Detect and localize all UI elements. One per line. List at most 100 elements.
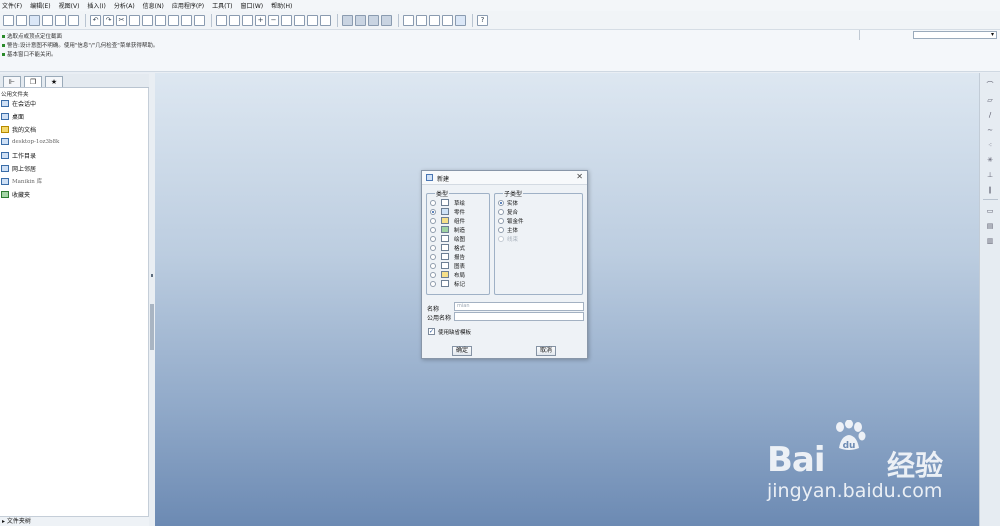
menu-help[interactable]: 帮助(H) [271,1,292,10]
print-preview-icon[interactable] [55,14,66,26]
datum-points-icon[interactable] [429,14,440,26]
radio-type-part[interactable] [430,209,436,215]
use-template-checkbox[interactable]: ✓ [428,328,435,335]
radio-subtype-sheetmetal[interactable] [498,218,504,224]
subtype-group: 子类型 实体 复合 钣金件 主体 线束 [494,189,583,295]
radio-type-report[interactable] [430,254,436,260]
common-name-field[interactable] [454,312,584,321]
pattern-tool-icon[interactable]: ▤ [985,222,995,230]
nav-item-working-directory[interactable]: 工作目录 [1,151,36,160]
curve-tool-icon[interactable]: ∼ [985,126,995,134]
type-label-diagram: 图表 [454,264,466,270]
message-text: 基本窗口不能关闭。 [7,52,57,58]
dialog-titlebar[interactable]: 新建 ✕ [422,171,587,185]
radio-type-sketch[interactable] [430,200,436,206]
radio-type-layout[interactable] [430,272,436,278]
sash-handle[interactable] [150,304,154,350]
nav-item-desktop[interactable]: 桌面 [1,112,24,121]
radio-subtype-solid[interactable] [498,200,504,206]
regenerate-icon[interactable] [168,14,179,26]
sketch-icon [441,199,449,206]
nav-item-my-documents[interactable]: 我的文档 [1,125,36,134]
name-field[interactable]: mian [454,302,584,311]
nav-item-computer[interactable]: desktop-1oz3b8k [1,138,59,145]
menu-info[interactable]: 信息(N) [143,1,164,10]
menu-insert[interactable]: 插入(I) [87,1,105,10]
redo-icon[interactable]: ↷ [103,14,114,26]
close-icon[interactable]: ✕ [576,172,583,181]
menu-file[interactable]: 文件(F) [2,1,22,10]
menu-applications[interactable]: 应用程序(P) [172,1,204,10]
new-dialog: 新建 ✕ 类型 草绘 零件 组件 制造 绘图 格式 报告 图表 布局 标记 子类… [421,170,588,359]
cut-icon[interactable]: ✂ [116,14,127,26]
radio-subtype-bulk[interactable] [498,227,504,233]
ok-button[interactable]: 确定 [452,346,472,356]
saved-views-icon[interactable] [307,14,318,26]
point-tool-icon[interactable]: ⁖ [985,141,995,149]
context-help-icon[interactable]: ? [477,14,488,26]
coordinate-systems-icon[interactable] [442,14,453,26]
nav-item-in-session[interactable]: 在会话中 [1,99,36,108]
nav-item-favorites[interactable]: 收藏夹 [1,190,30,199]
filter-dropdown[interactable]: ▾ [913,31,997,39]
mirror-tool-icon[interactable]: ▥ [985,237,995,245]
copy-icon[interactable] [129,14,140,26]
reorient-icon[interactable] [294,14,305,26]
analysis-tool-icon[interactable]: ⊥ [985,171,995,179]
nav-item-manikin-library[interactable]: Manikin 库 [1,177,42,185]
radio-type-drawing[interactable] [430,236,436,242]
radio-type-diagram[interactable] [430,263,436,269]
new-file-icon[interactable] [3,14,14,26]
collapse-arrow-icon[interactable] [151,274,153,277]
folder-tree-toggle[interactable]: ▸ 文件夹树 [0,516,149,526]
undo-icon[interactable]: ↶ [90,14,101,26]
nav-item-network[interactable]: 网上邻居 [1,164,36,173]
paste-icon[interactable] [142,14,153,26]
save-icon[interactable] [29,14,40,26]
annotation-display-icon[interactable] [455,14,466,26]
radio-type-markup[interactable] [430,281,436,287]
zoom-in-icon[interactable]: + [255,14,266,26]
menu-analysis[interactable]: 分析(A) [114,1,135,10]
message-line: 选取点或顶点定位截面 [2,32,62,40]
refit-icon[interactable] [216,14,227,26]
plane-tool-icon[interactable]: ▱ [985,96,995,104]
orient-icon[interactable] [229,14,240,26]
tab-folder-browser[interactable]: ❐ [24,76,42,87]
radio-type-manufacturing[interactable] [430,227,436,233]
print-icon[interactable] [42,14,53,26]
email-icon[interactable] [68,14,79,26]
radio-type-assembly[interactable] [430,218,436,224]
common-name-label: 公用名称 [427,315,452,322]
shading-icon[interactable] [381,14,392,26]
menu-edit[interactable]: 编辑(E) [30,1,50,10]
open-file-icon[interactable] [16,14,27,26]
subtype-label-composite: 复合 [507,210,519,216]
datum-axes-icon[interactable] [416,14,427,26]
hidden-line-icon[interactable] [355,14,366,26]
no-hidden-icon[interactable] [368,14,379,26]
cancel-button[interactable]: 取消 [536,346,556,356]
select-box-icon[interactable] [194,14,205,26]
find-icon[interactable] [181,14,192,26]
axis-tool-icon[interactable]: / [985,111,995,119]
datum-planes-icon[interactable] [403,14,414,26]
wireframe-icon[interactable] [342,14,353,26]
tab-favorites[interactable]: ★ [45,76,63,87]
zoom-out-icon[interactable]: − [268,14,279,26]
spin-center-icon[interactable] [242,14,253,26]
datum-tool-icon[interactable]: ∥ [985,186,995,194]
csys-tool-icon[interactable]: ✳ [985,156,995,164]
menu-window[interactable]: 窗口(W) [241,1,264,10]
radio-subtype-composite[interactable] [498,209,504,215]
edit-tool-icon[interactable]: ▭ [985,207,995,215]
layers-icon[interactable] [320,14,331,26]
sketch-tool-icon[interactable]: ⌒ [985,81,995,89]
menu-tools[interactable]: 工具(T) [212,1,232,10]
tab-model-tree[interactable]: ⊩ [3,76,21,87]
radio-type-format[interactable] [430,245,436,251]
paste-special-icon[interactable] [155,14,166,26]
menu-view[interactable]: 视图(V) [59,1,80,10]
zoom-fit-icon[interactable] [281,14,292,26]
message-area: 选取点或顶点定位截面 警告:设计意图不明确。使用"信息"/"几何检查"菜单获得帮… [0,30,1000,72]
